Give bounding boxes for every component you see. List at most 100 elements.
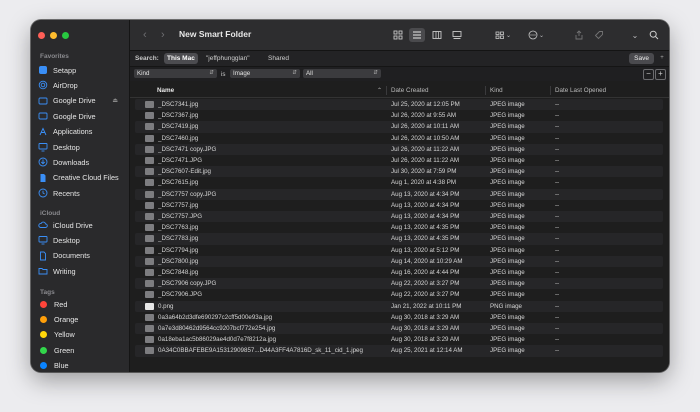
file-row[interactable]: _DSC7906.JPG Aug 22, 2020 at 3:27 PM JPEG …: [135, 289, 663, 300]
file-date-created: Aug 13, 2020 at 4:35 PM: [391, 224, 460, 232]
column-divider[interactable]: [485, 86, 486, 95]
file-row[interactable]: _DSC7471 copy.JPG Jul 26, 2020 at 11:22 A…: [135, 143, 663, 155]
file-date-last-opened: --: [555, 325, 560, 332]
kind-column-header[interactable]: Kind: [490, 87, 503, 94]
more-chevron-button[interactable]: ⌄: [630, 28, 640, 42]
search-label: Search:: [135, 55, 159, 62]
tag-yellow[interactable]: Yellow: [38, 328, 128, 342]
file-date-created: Aug 13, 2020 at 4:34 PM: [391, 213, 460, 220]
column-divider[interactable]: [386, 86, 387, 95]
eject-icon[interactable]: ⏏: [112, 97, 118, 104]
chevron-updown-icon: ⇵: [209, 70, 214, 76]
drive-icon: [38, 96, 48, 106]
file-row[interactable]: _DSC7607-Edit.jpg Jul 30, 2020 at 7:59 PM…: [135, 166, 663, 178]
date-created-column-header[interactable]: Date Created: [391, 87, 428, 94]
sidebar-item-applications[interactable]: Applications: [38, 125, 128, 139]
tag-blue[interactable]: Blue: [38, 359, 128, 372]
column-divider[interactable]: [550, 86, 551, 95]
sidebar-item-airdrop[interactable]: AirDrop: [38, 78, 128, 92]
file-date-last-opened: --: [555, 291, 560, 299]
file-row[interactable]: _DSC7419.jpg Jul 26, 2020 at 10:11 AM JPEG…: [135, 121, 663, 133]
qualifier-select[interactable]: All ⇵: [303, 69, 381, 78]
file-row[interactable]: 0.png Jan 21, 2022 at 10:11 PM PNG image --: [135, 300, 663, 312]
gallery-view-button[interactable]: [450, 28, 464, 42]
tag-button[interactable]: [593, 28, 605, 42]
file-row[interactable]: 0a3a64b2d3dfe690297c2cff5d00e93a.jpg Aug …: [135, 312, 663, 323]
file-row[interactable]: _DSC7763.jpg Aug 13, 2020 at 4:35 PM JPEG …: [135, 222, 663, 233]
chevron-down-icon: ⌄: [505, 32, 512, 39]
action-button[interactable]: ⌄: [526, 28, 546, 42]
file-date-last-opened: --: [555, 257, 560, 265]
file-row[interactable]: _DSC7757 copy.JPG Aug 13, 2020 at 4:34 PM…: [135, 188, 663, 200]
file-row[interactable]: 0A34C0BBAFEBE9A15312909857...D44A3FF4A78…: [135, 345, 663, 357]
attribute-select[interactable]: Kind ⇵: [134, 69, 217, 78]
share-button[interactable]: [573, 28, 585, 42]
group-button[interactable]: ⌄: [493, 28, 513, 42]
remove-criterion-button[interactable]: −: [643, 69, 654, 80]
file-kind: JPEG image: [490, 145, 525, 153]
sidebar-item-label: Google Drive: [53, 96, 96, 106]
file-row[interactable]: _DSC7615.jpg Aug 1, 2020 at 4:38 PM JPEG i…: [135, 177, 663, 188]
sidebar-item-label: Applications: [53, 127, 93, 137]
file-thumbnail-icon: [145, 157, 154, 164]
tag-color-dot: [40, 300, 47, 308]
file-date-last-opened: --: [555, 235, 560, 243]
close-button[interactable]: [38, 32, 45, 39]
sidebar-item-writing[interactable]: Writing: [38, 264, 128, 278]
file-thumbnail-icon: [145, 101, 154, 108]
file-row[interactable]: 0a18eba1ac5b86029ae4d0d7e7f8212a.jpg Aug …: [135, 334, 663, 345]
back-button[interactable]: ‹: [143, 29, 147, 41]
chevron-updown-icon: ⇵: [373, 70, 378, 76]
file-row[interactable]: _DSC7783.jpg Aug 13, 2020 at 4:35 PM JPEG …: [135, 233, 663, 245]
scope-user[interactable]: "jeffphungglan": [203, 53, 253, 64]
sidebar: Favorites Setapp AirDrop Google Drive ⏏ Goog…: [31, 20, 130, 372]
sidebar-item-icloud-drive[interactable]: iCloud Drive: [38, 218, 128, 232]
sidebar-item-desktop[interactable]: Desktop: [38, 140, 128, 154]
sidebar-item-recents[interactable]: Recents: [38, 186, 128, 200]
tag-red[interactable]: Red: [38, 297, 128, 311]
sidebar-item-documents[interactable]: Documents: [38, 249, 128, 263]
tag-green[interactable]: Green: [38, 343, 128, 357]
add-criterion-button[interactable]: +: [655, 69, 666, 80]
sidebar-item-label: Setapp: [53, 65, 77, 75]
file-row[interactable]: _DSC7800.jpg Aug 14, 2020 at 10:29 AM JPEG…: [135, 255, 663, 267]
date-last-opened-column-header[interactable]: Date Last Opened: [555, 87, 606, 94]
sidebar-item-desktop[interactable]: Desktop: [38, 233, 128, 247]
file-name: 0.png: [158, 302, 174, 310]
forward-button[interactable]: ›: [161, 29, 165, 41]
sidebar-item-label: Creative Cloud Files: [53, 173, 119, 183]
file-row[interactable]: _DSC7341.jpg Jul 25, 2020 at 12:05 PM JPEG…: [135, 99, 663, 111]
clock-icon: [38, 188, 48, 198]
file-row[interactable]: _DSC7757.jpg Aug 13, 2020 at 4:34 PM JPEG …: [135, 200, 663, 211]
zoom-button[interactable]: [62, 32, 69, 39]
scope-this-mac[interactable]: This Mac: [164, 53, 198, 64]
icon-view-button[interactable]: [391, 28, 405, 42]
sidebar-item-google-drive[interactable]: Google Drive ⏏: [38, 94, 128, 108]
value-select[interactable]: Image ⇵: [230, 69, 300, 78]
list-view-button[interactable]: [409, 28, 425, 42]
file-date-created: Jul 26, 2020 at 10:11 AM: [391, 123, 459, 131]
column-view-button[interactable]: [430, 28, 444, 42]
file-row[interactable]: _DSC7794.jpg Aug 13, 2020 at 5:12 PM JPEG …: [135, 245, 663, 256]
tag-orange[interactable]: Orange: [38, 312, 128, 326]
scope-add-icon[interactable]: +: [658, 54, 666, 62]
sidebar-item-setapp[interactable]: Setapp: [38, 63, 128, 77]
file-date-last-opened: --: [555, 101, 560, 108]
file-row[interactable]: _DSC7757.JPG Aug 13, 2020 at 4:34 PM JPEG …: [135, 211, 663, 223]
file-kind: JPEG image: [490, 347, 525, 355]
save-button[interactable]: Save: [629, 53, 654, 64]
sidebar-item-downloads[interactable]: Downloads: [38, 155, 128, 169]
file-row[interactable]: _DSC7471.JPG Jul 26, 2020 at 11:22 AM JPEG…: [135, 155, 663, 166]
search-button[interactable]: [648, 28, 660, 42]
file-row[interactable]: _DSC7848.jpg Aug 16, 2020 at 4:44 PM JPEG …: [135, 267, 663, 278]
file-row[interactable]: _DSC7460.jpg Jul 26, 2020 at 10:50 AM JPEG…: [135, 133, 663, 144]
file-thumbnail-icon: [145, 179, 154, 187]
file-row[interactable]: 0a7e3d80462d9564cc9207bcf772e254.jpg Aug …: [135, 323, 663, 335]
file-row[interactable]: _DSC7906 copy.JPG Aug 22, 2020 at 3:27 PM…: [135, 278, 663, 290]
sidebar-item-creative-cloud-files[interactable]: Creative Cloud Files: [38, 171, 128, 185]
minimize-button[interactable]: [50, 32, 57, 39]
file-row[interactable]: _DSC7367.jpg Jul 26, 2020 at 9:55 AM JPEG …: [135, 110, 663, 121]
sidebar-item-google-drive[interactable]: Google Drive: [38, 109, 128, 123]
scope-shared[interactable]: Shared: [265, 53, 292, 64]
name-column-header[interactable]: Name: [157, 87, 174, 94]
